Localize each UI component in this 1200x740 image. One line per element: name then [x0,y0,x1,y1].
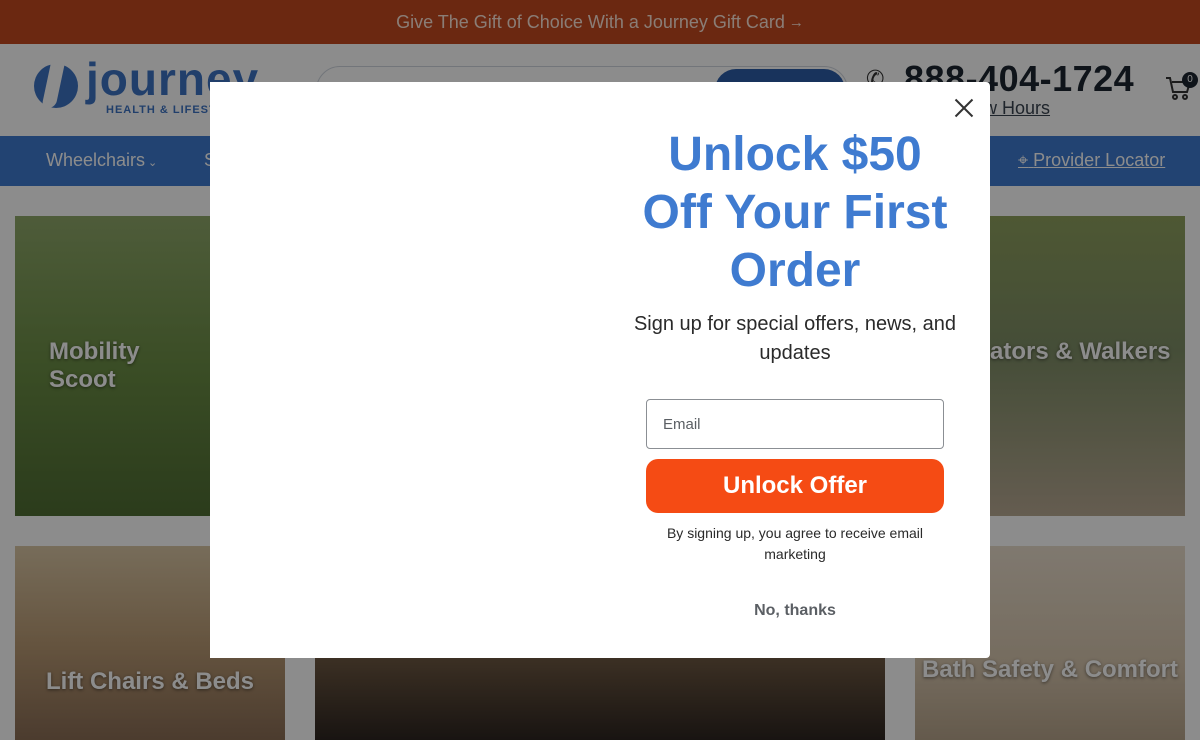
unlock-offer-button[interactable]: Unlock Offer [646,459,944,513]
close-icon[interactable] [952,96,976,120]
email-field[interactable] [646,399,944,449]
modal-headline: Unlock $50 Off Your First Order [642,128,948,297]
modal-subhead: Sign up for special offers, news, and up… [633,313,957,364]
marketing-disclaimer: By signing up, you agree to receive emai… [666,525,924,562]
no-thanks-button[interactable]: No, thanks [710,602,880,620]
modal-image-panel [210,82,580,658]
signup-modal: Unlock $50 Off Your First Order Sign up … [210,82,990,658]
